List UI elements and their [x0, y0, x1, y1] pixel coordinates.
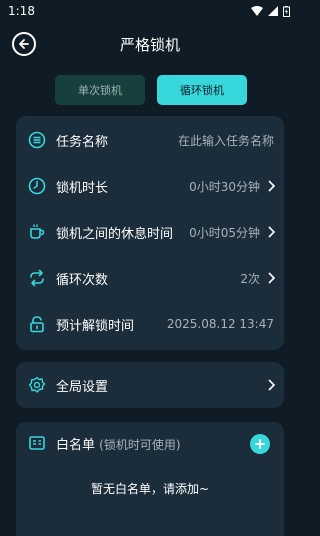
whitelist-title: 白名单: [56, 438, 96, 453]
coffee-cup-icon: [28, 223, 46, 241]
loop-count-row[interactable]: 循环次数 2次: [16, 255, 284, 301]
loop-count-value: 2次: [240, 271, 260, 286]
whitelist-subtitle: (锁机时可使用): [99, 438, 181, 452]
gear-icon: [28, 376, 46, 394]
task-name-label: 任务名称: [56, 134, 109, 150]
status-time: 1:18: [8, 4, 35, 18]
lock-duration-value: 0小时30分钟: [189, 179, 260, 194]
tab-single-lock[interactable]: 单次锁机: [55, 75, 145, 105]
tab-loop-lock[interactable]: 循环锁机: [157, 75, 247, 105]
global-settings-inner: 全局设置: [16, 362, 284, 408]
unlock-time-label: 预计解锁时间: [56, 318, 135, 334]
signal-icon: [268, 6, 278, 16]
lock-settings-card: 任务名称 在此输入任务名称 锁机时长 0小时30分钟 锁机之间的休息时间 0小时…: [16, 116, 284, 350]
global-settings-row[interactable]: 全局设置: [16, 362, 284, 408]
plus-icon: [255, 439, 265, 449]
mode-tabs: 单次锁机 循环锁机: [0, 75, 300, 105]
chevron-right-icon: [268, 379, 276, 391]
unlock-time-value: 2025.08.12 13:47: [166, 317, 274, 331]
lock-duration-row[interactable]: 锁机时长 0小时30分钟: [16, 163, 284, 209]
whitelist-empty-text: 暂无白名单，请添加~: [90, 482, 210, 496]
wifi-icon: [251, 6, 263, 16]
rest-time-row[interactable]: 锁机之间的休息时间 0小时05分钟: [16, 209, 284, 255]
id-card-icon: [28, 434, 46, 452]
rest-time-value: 0小时05分钟: [189, 225, 260, 240]
page-title: 严格锁机: [119, 36, 180, 54]
battery-icon: [283, 5, 290, 17]
clock-icon: [28, 177, 46, 195]
repeat-icon: [28, 269, 46, 287]
whitelist-card: 白名单 (锁机时可使用) 暂无白名单，请添加~: [16, 422, 284, 536]
loop-count-label: 循环次数: [56, 272, 109, 288]
chevron-right-icon: [268, 180, 276, 192]
task-name-input[interactable]: 在此输入任务名称: [178, 132, 274, 149]
lock-icon: [28, 315, 46, 333]
global-settings-label: 全局设置: [56, 379, 109, 395]
task-name-row[interactable]: 任务名称 在此输入任务名称: [16, 117, 284, 163]
unlock-time-row: 预计解锁时间 2025.08.12 13:47: [16, 301, 284, 347]
task-list-icon: [28, 131, 46, 149]
chevron-right-icon: [268, 226, 276, 238]
lock-duration-label: 锁机时长: [56, 180, 109, 196]
header: 严格锁机: [0, 28, 300, 60]
whitelist-title-group: 白名单 (锁机时可使用): [56, 434, 181, 453]
chevron-right-icon: [268, 272, 276, 284]
status-icons: [251, 5, 290, 17]
status-bar: 1:18: [0, 0, 300, 22]
rest-time-label: 锁机之间的休息时间: [56, 226, 174, 242]
add-whitelist-button[interactable]: [250, 434, 270, 454]
